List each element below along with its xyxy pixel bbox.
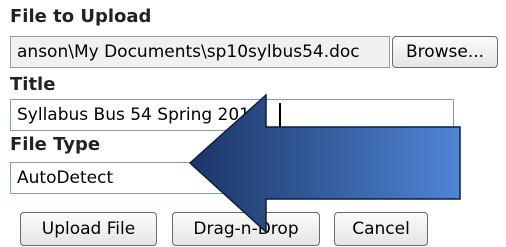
arrow-shape [188,93,461,234]
left-arrow-icon [188,93,461,234]
